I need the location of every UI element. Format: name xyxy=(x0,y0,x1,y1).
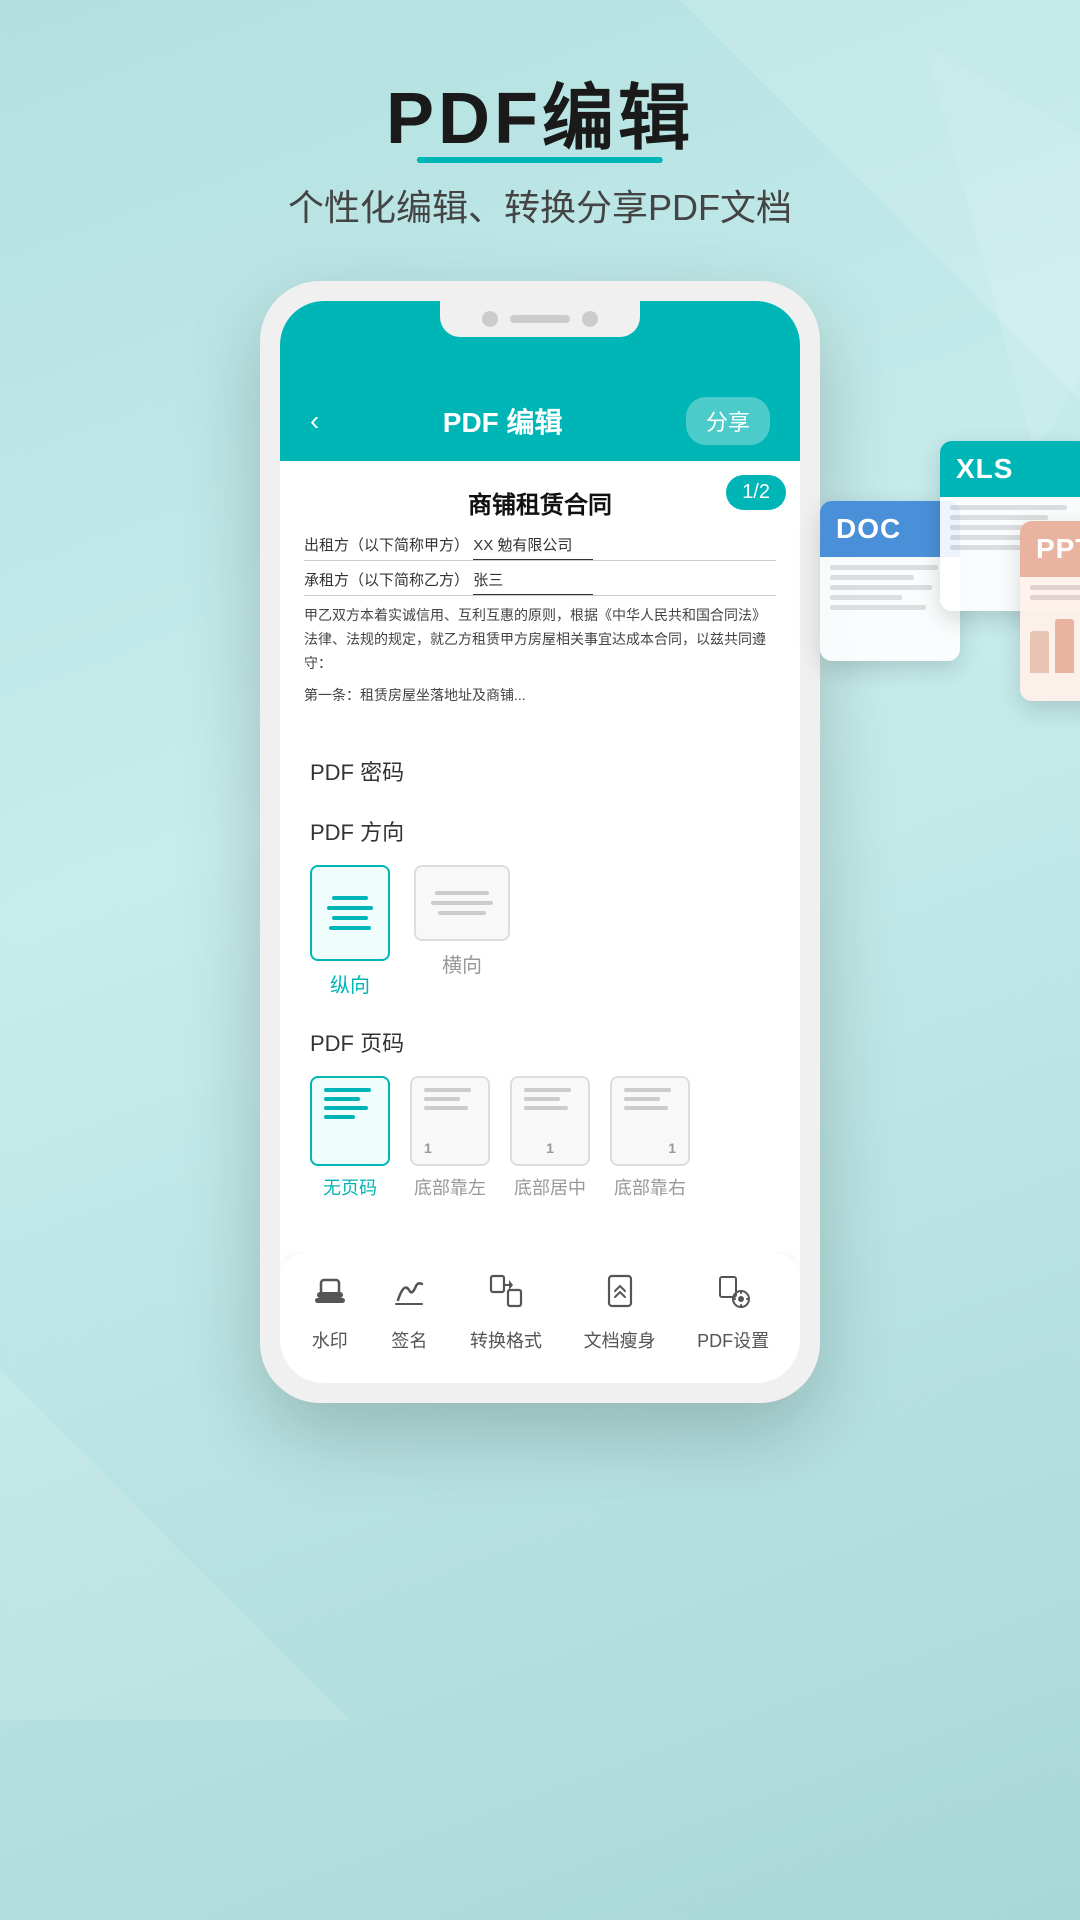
portrait-label: 纵向 xyxy=(330,969,370,998)
landscape-icon xyxy=(414,865,510,941)
signature-icon xyxy=(390,1272,428,1319)
landscape-option[interactable]: 横向 xyxy=(414,865,510,998)
pdf-settings-label: PDF设置 xyxy=(697,1327,769,1353)
phone-screen: ‹ PDF 编辑 分享 1/2 商铺租赁合同 出租方（以下简称甲方） XX 勉有… xyxy=(280,301,800,1383)
pageno-bl-label: 底部靠左 xyxy=(414,1174,486,1200)
nav-bar: ‹ PDF 编辑 分享 xyxy=(280,381,800,461)
pageno-bottom-left[interactable]: 1 底部靠左 xyxy=(410,1076,490,1200)
party1-value: XX 勉有限公司 xyxy=(473,532,593,560)
toolbar-convert[interactable]: 转换格式 xyxy=(470,1272,542,1353)
page-badge: 1/2 xyxy=(726,475,786,510)
pageno-bottom-center[interactable]: 1 底部居中 xyxy=(510,1076,590,1200)
back-button[interactable]: ‹ xyxy=(310,405,319,437)
toolbar-watermark[interactable]: 水印 xyxy=(311,1272,349,1353)
speaker-icon xyxy=(510,315,570,323)
camera-right-icon xyxy=(582,311,598,327)
page-title: PDF编辑 xyxy=(0,80,1080,159)
settings-panel: PDF 密码 PDF 方向 xyxy=(280,731,800,1252)
signature-label: 签名 xyxy=(391,1327,427,1353)
phone-top-bar xyxy=(280,301,800,381)
pdf-settings-icon xyxy=(714,1272,752,1319)
watermark-label: 水印 xyxy=(312,1327,348,1353)
pageno-br-label: 底部靠右 xyxy=(614,1174,686,1200)
slim-label: 文档瘦身 xyxy=(584,1327,656,1353)
pageno-bl-icon: 1 xyxy=(410,1076,490,1166)
slim-icon xyxy=(601,1272,639,1319)
landscape-label: 横向 xyxy=(442,949,482,978)
xls-type-label: XLS xyxy=(940,441,1080,497)
doc-card-doc: DOC xyxy=(820,501,960,661)
orientation-options: 纵向 横向 xyxy=(310,865,770,998)
pdf-preview: 1/2 商铺租赁合同 出租方（以下简称甲方） XX 勉有限公司 承租方（以下简称… xyxy=(280,461,800,731)
pageno-none-icon xyxy=(310,1076,390,1166)
direction-label: PDF 方向 xyxy=(310,815,770,847)
pageno-bottom-right[interactable]: 1 底部靠右 xyxy=(610,1076,690,1200)
pageno-none-label: 无页码 xyxy=(323,1174,377,1200)
pageno-label: PDF 页码 xyxy=(310,1026,770,1058)
portrait-icon xyxy=(310,865,390,961)
phone-notch xyxy=(440,301,640,337)
pageno-bc-label: 底部居中 xyxy=(514,1174,586,1200)
convert-icon xyxy=(487,1272,525,1319)
doc-title: 商铺租赁合同 xyxy=(304,485,776,520)
pageno-options: 无页码 1 xyxy=(310,1076,770,1200)
doc-paragraph: 甲乙双方本着实诚信用、互利互惠的原则，根据《中华人民共和国合同法》法律、法规的规… xyxy=(304,604,776,675)
share-button[interactable]: 分享 xyxy=(686,397,770,445)
nav-title: PDF 编辑 xyxy=(443,401,563,441)
phone-mockup: ‹ PDF 编辑 分享 1/2 商铺租赁合同 出租方（以下简称甲方） XX 勉有… xyxy=(260,281,820,1403)
stamp-icon xyxy=(311,1272,349,1319)
doc-card-ppt: PPT xyxy=(1020,521,1080,701)
convert-label: 转换格式 xyxy=(470,1327,542,1353)
pdf-pageno-section: PDF 页码 无页 xyxy=(310,1026,770,1200)
page-subtitle: 个性化编辑、转换分享PDF文档 xyxy=(0,179,1080,231)
pdf-password-section: PDF 密码 xyxy=(310,755,770,787)
ppt-type-label: PPT xyxy=(1020,521,1080,577)
toolbar-signature[interactable]: 签名 xyxy=(390,1272,428,1353)
doc-para2: 第一条：租赁房屋坐落地址及商铺... xyxy=(304,684,776,708)
doc-party2: 承租方（以下简称乙方） 张三 xyxy=(304,567,776,596)
password-label: PDF 密码 xyxy=(310,755,770,787)
pageno-none[interactable]: 无页码 xyxy=(310,1076,390,1200)
pdf-direction-section: PDF 方向 纵向 xyxy=(310,815,770,998)
floating-docs: DOC XLS PPT xyxy=(820,441,1080,781)
doc-party1: 出租方（以下简称甲方） XX 勉有限公司 xyxy=(304,532,776,561)
bg-decoration-3 xyxy=(0,1370,350,1720)
pageno-br-icon: 1 xyxy=(610,1076,690,1166)
header-section: PDF编辑 个性化编辑、转换分享PDF文档 xyxy=(0,0,1080,261)
doc-type-label: DOC xyxy=(820,501,960,557)
pageno-bc-icon: 1 xyxy=(510,1076,590,1166)
portrait-option[interactable]: 纵向 xyxy=(310,865,390,998)
camera-left-icon xyxy=(482,311,498,327)
bottom-toolbar: 水印 签名 xyxy=(280,1252,800,1383)
party2-value: 张三 xyxy=(473,567,593,595)
phone-area: DOC XLS PPT xyxy=(0,281,1080,1403)
toolbar-pdf-settings[interactable]: PDF设置 xyxy=(697,1272,769,1353)
toolbar-slim[interactable]: 文档瘦身 xyxy=(584,1272,656,1353)
